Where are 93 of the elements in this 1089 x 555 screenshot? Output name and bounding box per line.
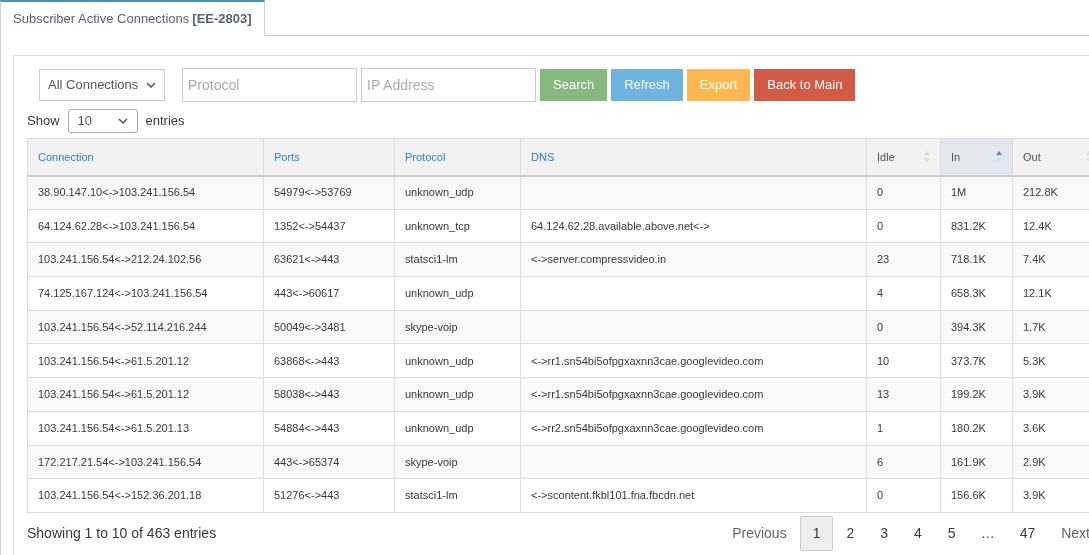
page-button[interactable]: 47 bbox=[1006, 515, 1049, 551]
table-cell: 63868<->443 bbox=[274, 354, 340, 367]
page-button[interactable]: 1 bbox=[799, 515, 834, 551]
table-cell: 23 bbox=[877, 253, 890, 266]
column-header[interactable]: Idle bbox=[866, 138, 941, 176]
table-cell: 64.124.62.28.available.above.net<-> bbox=[531, 219, 710, 232]
table-cell: 394.3K bbox=[951, 320, 986, 333]
table-cell: 12.4K bbox=[1023, 219, 1052, 232]
table-cell: <->rr2.sn54bi5ofpgxaxnn3cae.googlevideo.com bbox=[531, 421, 764, 434]
ip-address-field[interactable]: IP Address bbox=[361, 68, 536, 102]
table-cell: 718.1K bbox=[951, 253, 986, 266]
table-cell: 212.8K bbox=[1023, 186, 1058, 199]
table-cell: 0 bbox=[877, 219, 884, 232]
page-size-select[interactable]: 10 bbox=[67, 109, 138, 133]
table-cell: 199.2K bbox=[951, 388, 986, 401]
table-cell: <->scontent.fkbl101.fna.fbcdn.net bbox=[531, 489, 695, 502]
table-cell: unknown_udp bbox=[405, 186, 474, 199]
table-cell: 54979<->53769 bbox=[274, 186, 352, 199]
table-cell: 831.2K bbox=[951, 219, 986, 232]
table-cell: 156.6K bbox=[951, 489, 986, 502]
table-cell: 0 bbox=[877, 489, 884, 502]
table-cell: 74.125.167.124<->103.241.156.54 bbox=[38, 287, 208, 300]
table-cell: 54884<->443 bbox=[274, 421, 340, 434]
column-header[interactable]: Out bbox=[1012, 138, 1089, 176]
table-cell: 3.9K bbox=[1023, 388, 1046, 401]
table-cell: unknown_udp bbox=[405, 354, 474, 367]
caret-icon bbox=[117, 118, 128, 124]
table-cell: 103.241.156.54<->52.114.216.244 bbox=[38, 320, 207, 333]
page-button[interactable]: 3 bbox=[867, 515, 902, 551]
table-cell: 3.9K bbox=[1023, 489, 1046, 502]
table-cell: 103.241.156.54<->61.5.201.12 bbox=[38, 388, 190, 401]
table-cell: 10 bbox=[877, 354, 890, 367]
table-cell: 0 bbox=[877, 320, 884, 333]
table-cell: 6 bbox=[877, 455, 884, 468]
page-button[interactable]: 4 bbox=[901, 515, 935, 551]
entries-info: Showing 1 to 10 of 463 entries bbox=[27, 523, 217, 543]
table-cell: unknown_udp bbox=[405, 287, 474, 300]
table-cell: <->rr1.sn54bi5ofpgxaxnn3cae.googlevideo.com bbox=[531, 388, 764, 401]
column-header[interactable]: Connection bbox=[27, 138, 264, 176]
table-cell: 1352<->54437 bbox=[274, 219, 346, 232]
table-cell: 12.1K bbox=[1023, 287, 1052, 300]
table-cell: 373.7K bbox=[951, 354, 986, 367]
column-header[interactable]: Protocol bbox=[394, 138, 521, 176]
table-cell: 7.4K bbox=[1023, 253, 1046, 266]
table-cell: 2.9K bbox=[1023, 455, 1046, 468]
table-cell: 5.3K bbox=[1023, 354, 1046, 367]
table-cell: 50049<->3481 bbox=[274, 320, 346, 333]
connection-type-select[interactable]: All Connections bbox=[39, 69, 165, 101]
table-cell: <->rr1.sn54bi5ofpgxaxnn3cae.googlevideo.com bbox=[531, 354, 764, 367]
table-cell: unknown_udp bbox=[405, 421, 474, 434]
show-label: Show bbox=[27, 112, 60, 131]
table-cell: 13 bbox=[877, 388, 890, 401]
table-cell: 3.6K bbox=[1023, 421, 1046, 434]
table-cell: 1M bbox=[951, 186, 967, 199]
pagination-link[interactable]: Previous bbox=[719, 515, 800, 551]
column-header[interactable]: In bbox=[940, 138, 1013, 176]
column-header[interactable]: DNS bbox=[520, 138, 867, 176]
table-cell: 51276<->443 bbox=[274, 489, 340, 502]
table-cell: skype-voip bbox=[405, 455, 458, 468]
table-cell: 64.124.62.28<->103.241.156.54 bbox=[38, 219, 196, 232]
table-cell: 0 bbox=[877, 186, 884, 199]
table-cell: statsci1-lm bbox=[405, 489, 458, 502]
pagination-link[interactable]: Next bbox=[1048, 515, 1089, 551]
table-cell: 180.2K bbox=[951, 421, 986, 434]
table-cell: 58038<->443 bbox=[274, 388, 340, 401]
table-cell: 103.241.156.54<->61.5.201.13 bbox=[38, 421, 190, 434]
table-cell: 103.241.156.54<->212.24.102.56 bbox=[38, 253, 202, 266]
caret-icon bbox=[146, 82, 156, 88]
page-button[interactable]: 5 bbox=[934, 515, 969, 551]
table-cell: statsci1-lm bbox=[405, 253, 458, 266]
table-cell: 4 bbox=[877, 287, 884, 300]
table-cell: 161.9K bbox=[951, 455, 986, 468]
action-button[interactable]: Back to Main bbox=[754, 69, 856, 101]
table-cell: 103.241.156.54<->152.36.201.18 bbox=[38, 489, 202, 502]
ellipsis: … bbox=[979, 523, 996, 543]
entries-label: entries bbox=[145, 112, 185, 131]
table-cell: unknown_tcp bbox=[405, 219, 470, 232]
table-cell: 443<->65374 bbox=[274, 455, 340, 468]
page-tab[interactable]: Subscriber Active Connections [EE-2803] bbox=[0, 0, 265, 36]
table-cell: 658.3K bbox=[951, 287, 986, 300]
page-button[interactable]: 2 bbox=[833, 515, 868, 551]
table-cell: unknown_udp bbox=[405, 388, 474, 401]
table-cell: <->server.compressvideo.in bbox=[531, 253, 667, 266]
column-header[interactable]: Ports bbox=[263, 138, 395, 176]
table-cell: 172.217.21.54<->103.241.156.54 bbox=[38, 455, 202, 468]
table-cell: 1.7K bbox=[1023, 320, 1046, 333]
table-cell: 38.90.147.10<->103.241.156.54 bbox=[38, 186, 196, 199]
table-cell: 1 bbox=[877, 421, 884, 434]
protocol-field[interactable]: Protocol bbox=[182, 68, 357, 102]
table-cell: skype-voip bbox=[405, 320, 458, 333]
table-cell: 103.241.156.54<->61.5.201.12 bbox=[38, 354, 190, 367]
table-cell: 63621<->443 bbox=[274, 253, 340, 266]
table-cell: 443<->60617 bbox=[274, 287, 340, 300]
